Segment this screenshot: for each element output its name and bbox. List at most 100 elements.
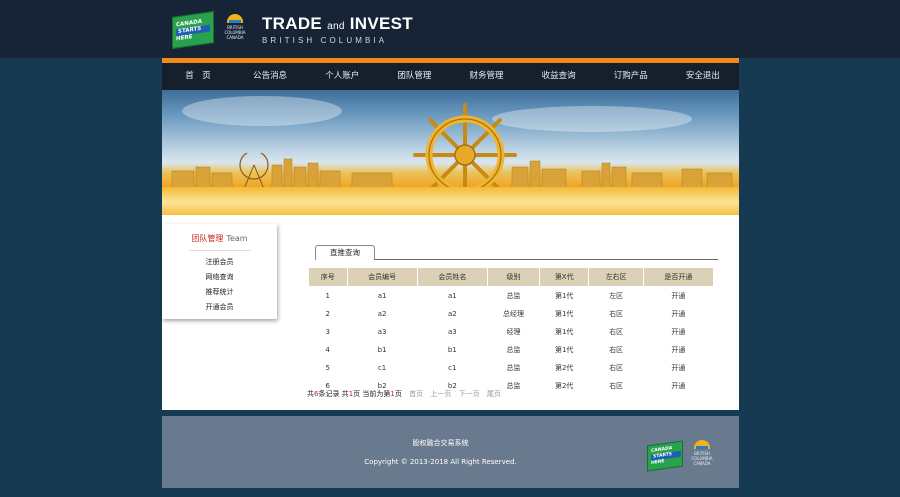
- table-cell: 右区: [609, 346, 624, 354]
- brand-title-left: TRADE: [262, 14, 323, 33]
- tab-bar: 直推查询: [315, 239, 718, 260]
- top-header: CANADA STARTS HERE BRITISH COLUMBIA CANA…: [0, 0, 900, 58]
- main-nav: 首 页 公告消息 个人账户 团队管理 财务管理 收益查询 订购产品 安全退出: [162, 63, 739, 90]
- sidebar-item-register[interactable]: 注册会员: [162, 255, 277, 270]
- brand-title-and: and: [327, 21, 345, 32]
- col-header: 是否开通: [642, 267, 715, 287]
- table-cell: 第2代: [554, 364, 574, 372]
- sidebar-title: 团队管理 Team: [162, 233, 277, 244]
- nav-home[interactable]: 首 页: [162, 63, 234, 90]
- sidebar-divider: [188, 250, 251, 251]
- table-cell: 5: [325, 364, 330, 372]
- table-cell: 3: [325, 328, 330, 336]
- table-cell: 右区: [609, 364, 624, 372]
- table-cell: 第2代: [554, 382, 574, 390]
- table-cell: 右区: [609, 310, 624, 318]
- brand-logo[interactable]: CANADA STARTS HERE BRITISH COLUMBIA CANA…: [172, 11, 413, 49]
- nav-finance[interactable]: 财务管理: [451, 63, 523, 90]
- table-row: 2 a2 a2 总经理 第1代 右区 开通: [309, 305, 714, 323]
- sidebar-item-network[interactable]: 网络查询: [162, 270, 277, 285]
- table-cell: 右区: [609, 328, 624, 336]
- table-cell: 总监: [506, 292, 521, 300]
- table-row: 1 a1 a1 总监 第1代 左区 开通: [309, 287, 714, 306]
- nav-earnings[interactable]: 收益查询: [523, 63, 595, 90]
- pager-text: 页 当前为第: [353, 390, 391, 398]
- footer: 股权融合交易系统 Copyright © 2013-2018 All Right…: [162, 416, 739, 488]
- tab-underline: [315, 259, 718, 260]
- table-cell: 总监: [506, 346, 521, 354]
- brand-text: TRADE and INVEST BRITISH COLUMBIA: [262, 14, 413, 46]
- bc-line: CANADA: [226, 35, 244, 40]
- table-cell: c1: [377, 364, 387, 372]
- main-frame: 首 页 公告消息 个人账户 团队管理 财务管理 收益查询 订购产品 安全退出 团…: [162, 58, 739, 488]
- hero-banner: [162, 90, 739, 215]
- table-cell: 开通: [671, 382, 686, 390]
- table-cell: 第1代: [554, 346, 574, 354]
- table-cell: 开通: [671, 328, 686, 336]
- brand-subtitle: BRITISH COLUMBIA: [262, 36, 388, 45]
- content-area: 团队管理 Team 注册会员 网络查询 推荐统计 开通会员 直推查询 序号 会员编…: [162, 215, 739, 410]
- nav-logout[interactable]: 安全退出: [667, 63, 739, 90]
- table-cell: 4: [325, 346, 330, 354]
- table-cell: 经理: [506, 328, 521, 336]
- col-header: 序号: [308, 267, 348, 287]
- table-cell: 总经理: [502, 310, 524, 318]
- table-cell: a2: [377, 310, 387, 318]
- table-cell: b1: [377, 346, 387, 354]
- sidebar-title-en: Team: [226, 234, 248, 243]
- col-header: 左右区: [588, 267, 644, 287]
- table-cell: c1: [448, 364, 457, 372]
- nav-account[interactable]: 个人账户: [306, 63, 378, 90]
- cloud: [182, 96, 342, 126]
- tab-direct-referrals[interactable]: 直推查询: [315, 245, 375, 260]
- pager-text: 页: [394, 390, 402, 398]
- pager-next-link[interactable]: 下一页: [459, 390, 480, 398]
- sun-icon: [227, 14, 243, 23]
- footer-logo: CANADA STARTS HERE BRITISH COLUMBIA CANA…: [647, 440, 715, 472]
- pager-last-link[interactable]: 尾页: [487, 390, 501, 398]
- canada-starts-here-badge: CANADA STARTS HERE: [172, 11, 214, 49]
- canada-starts-here-badge: CANADA STARTS HERE: [647, 440, 683, 472]
- table-cell: 第1代: [554, 292, 574, 300]
- water-reflection: [162, 187, 739, 215]
- referral-table: 序号 会员编号 会员姓名 级别 第X代 左右区 是否开通 1 a1 a1 总监 第1代左…: [308, 267, 715, 395]
- table-row: 4 b1 b1 总监 第1代 右区 开通: [309, 341, 714, 359]
- table-cell: 开通: [671, 364, 686, 372]
- table-cell: 左区: [609, 292, 624, 300]
- pager-prev-link[interactable]: 上一页: [430, 390, 451, 398]
- table-row: 5 c1 c1 总监 第2代 右区 开通: [309, 359, 714, 377]
- bc-line: CANADA: [693, 461, 711, 466]
- cloud: [492, 106, 692, 132]
- sidebar-item-activate[interactable]: 开通会员: [162, 300, 277, 315]
- table-cell: a2: [447, 310, 457, 318]
- table-header-row: 序号 会员编号 会员姓名 级别 第X代 左右区 是否开通: [308, 267, 715, 287]
- col-header: 级别: [486, 267, 541, 287]
- nav-products[interactable]: 订购产品: [595, 63, 667, 90]
- sidebar-panel: 团队管理 Team 注册会员 网络查询 推荐统计 开通会员: [162, 224, 277, 319]
- table-cell: 第1代: [554, 310, 574, 318]
- british-columbia-logo: BRITISH COLUMBIA CANADA: [222, 14, 248, 46]
- pager-first-link[interactable]: 首页: [409, 390, 423, 398]
- table-cell: 开通: [671, 310, 686, 318]
- table-row: 3 a3 a3 经理 第1代 右区 开通: [309, 323, 714, 341]
- nav-announcements[interactable]: 公告消息: [234, 63, 306, 90]
- table-cell: a3: [447, 328, 457, 336]
- col-header: 会员姓名: [416, 267, 488, 287]
- nav-team[interactable]: 团队管理: [378, 63, 450, 90]
- sidebar-item-referral-stats[interactable]: 推荐统计: [162, 285, 277, 300]
- table-cell: 2: [325, 310, 330, 318]
- footer-system-name: 股权融合交易系统: [412, 439, 469, 447]
- col-header: 第X代: [539, 267, 590, 287]
- pager-text: 共: [307, 390, 314, 398]
- table-cell: a1: [377, 292, 387, 300]
- table-cell: 开通: [671, 292, 686, 300]
- pagination: 共6条记录 共1页 当前为第1页 首页 上一页 下一页 尾页: [307, 389, 501, 399]
- british-columbia-logo: BRITISH COLUMBIA CANADA: [689, 440, 715, 472]
- sidebar-title-cn: 团队管理: [191, 234, 224, 243]
- table-cell: 第1代: [554, 328, 574, 336]
- col-header: 会员编号: [346, 267, 418, 287]
- brand-title-right: INVEST: [349, 14, 413, 33]
- table-cell: a1: [447, 292, 457, 300]
- pager-text: 条记录 共: [318, 390, 349, 398]
- table-cell: 1: [325, 292, 330, 300]
